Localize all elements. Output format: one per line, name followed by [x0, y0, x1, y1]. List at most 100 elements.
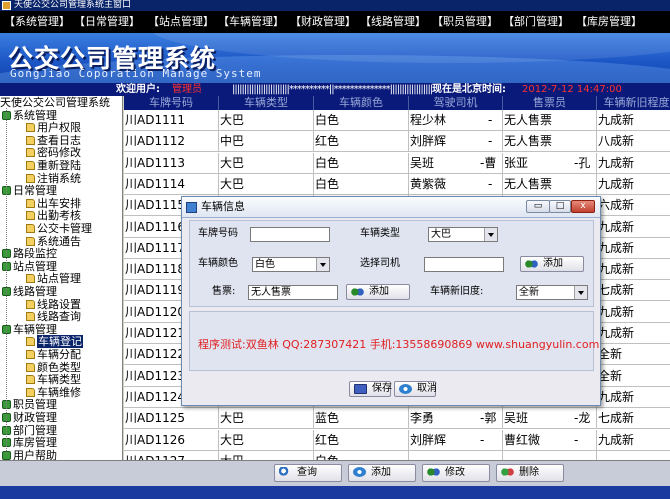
column-header[interactable]: 驾驶司机: [409, 96, 503, 110]
tree-item-5-3[interactable]: 车辆类型: [26, 373, 81, 386]
tree-group-6[interactable]: 职员管理: [2, 398, 57, 411]
table-cell-text: -: [574, 432, 579, 447]
menu-daily[interactable]: 【日常管理】: [74, 14, 140, 30]
driver-input[interactable]: [424, 257, 504, 272]
close-button[interactable]: x: [571, 200, 595, 213]
tree-item-1-1[interactable]: 出勤考核: [26, 209, 81, 222]
query-button[interactable]: 查询: [274, 464, 342, 482]
table-cell-text: 九成新: [598, 240, 635, 255]
tree-item-0-4[interactable]: 注销系统: [26, 172, 81, 185]
add-button[interactable]: 添加: [348, 464, 416, 482]
delete-icon: [501, 467, 514, 477]
tree-group-8[interactable]: 部门管理: [2, 424, 57, 437]
app-window: 天使公交公司管理系统主窗口 【系统管理】 【日常管理】 【站点管理】 【车辆管理…: [0, 0, 670, 499]
type-select[interactable]: 大巴: [428, 227, 498, 242]
table-cell-text: 李勇: [410, 411, 435, 426]
tree-item-5-4[interactable]: 车辆维修: [26, 386, 81, 399]
tree-root[interactable]: 天使公交公司管理系统: [0, 96, 110, 109]
color-select[interactable]: 白色: [252, 257, 330, 272]
tree-item-5-0[interactable]: 车辆登记: [26, 335, 83, 349]
tree-node-label: 线路设置: [37, 297, 81, 311]
tree-node-label: 用户权限: [37, 121, 81, 135]
delete-button[interactable]: 删除: [496, 464, 564, 482]
menu-finance[interactable]: 【财政管理】: [290, 14, 356, 30]
vehicle-info-dialog: 车辆信息 ▭ □ x 车牌号码 车辆类型 大巴 车辆颜色 白色 选择司机 添加: [181, 196, 601, 406]
seller-input[interactable]: 无人售票: [248, 285, 338, 300]
table-cell-text: 无人售票: [504, 176, 553, 191]
tree-item-1-0[interactable]: 出车安排: [26, 197, 81, 210]
condition-select[interactable]: 全新: [516, 285, 588, 300]
add-seller-label: 添加: [369, 286, 389, 297]
tree-group-0[interactable]: 系统管理: [2, 109, 57, 122]
tree-group-1[interactable]: 日常管理: [2, 184, 57, 197]
tree-item-1-3[interactable]: 系统通告: [26, 235, 81, 248]
column-header[interactable]: 车辆新旧程度: [597, 96, 670, 110]
tree-group-3[interactable]: 站点管理: [2, 260, 57, 273]
page-icon: [26, 198, 35, 208]
table-cell[interactable]: [503, 450, 597, 460]
column-header[interactable]: 车牌号码: [124, 96, 219, 110]
tree-item-5-2[interactable]: 颜色类型: [26, 361, 81, 374]
tree-item-0-3[interactable]: 重新登陆: [26, 159, 81, 172]
plate-input[interactable]: [250, 227, 330, 242]
table-cell[interactable]: [409, 450, 503, 460]
tree-group-7[interactable]: 财政管理: [2, 411, 57, 424]
table-cell-text: 九成新: [598, 262, 635, 277]
tree-node-label: 部门管理: [13, 423, 57, 437]
add-seller-button[interactable]: 添加: [346, 284, 410, 300]
menu-vehicle[interactable]: 【车辆管理】: [218, 14, 284, 30]
menu-route[interactable]: 【线路管理】: [360, 14, 426, 30]
table-cell-text: 川AD1116: [125, 219, 185, 234]
table-cell[interactable]: [597, 451, 670, 460]
tree-group-5[interactable]: 车辆管理: [2, 323, 57, 336]
menu-system[interactable]: 【系统管理】: [4, 14, 70, 30]
time-value: 2012-7-12 14:47:00: [522, 84, 622, 95]
tree-item-0-2[interactable]: 密码修改: [26, 146, 81, 159]
tree-node-label: 重新登陆: [37, 159, 81, 172]
tree-node-label: 站点管理: [13, 259, 57, 273]
tree-node-label: 颜色类型: [37, 360, 81, 374]
menu-station[interactable]: 【站点管理】: [148, 14, 214, 30]
tree-group-2[interactable]: 路段监控: [2, 247, 57, 260]
tree-node-label: 公交卡管理: [37, 222, 92, 235]
tree-item-0-0[interactable]: 用户权限: [26, 121, 81, 134]
column-header[interactable]: 车辆颜色: [314, 96, 409, 110]
tree-item-5-1[interactable]: 车辆分配: [26, 348, 81, 361]
table-cell-text: 川AD1121: [125, 326, 185, 340]
menu-department[interactable]: 【部门管理】: [503, 14, 569, 30]
tree-item-3-0[interactable]: 站点管理: [26, 272, 81, 285]
window-title: 天使公交公司管理系统主窗口: [14, 0, 132, 10]
maximize-button[interactable]: □: [549, 200, 571, 213]
menu-staff[interactable]: 【职员管理】: [432, 14, 498, 30]
color-label: 车辆颜色: [198, 258, 238, 269]
minimize-button[interactable]: ▭: [526, 200, 550, 213]
tree-node-label: 车辆分配: [37, 348, 81, 361]
table-cell-text: 白色: [315, 176, 340, 191]
menu-warehouse[interactable]: 【库房管理】: [576, 14, 642, 30]
bottom-toolbar: 查询 添加 修改 删除: [0, 460, 670, 486]
cancel-button[interactable]: 取消: [394, 381, 437, 397]
tree-item-4-1[interactable]: 线路查询: [26, 310, 81, 323]
query-label: 查询: [297, 467, 317, 478]
tree-item-1-2[interactable]: 公交卡管理: [26, 222, 92, 235]
table-cell-text: 大巴: [220, 411, 245, 426]
tree-group-4[interactable]: 线路管理: [2, 285, 57, 298]
tree-group-9[interactable]: 库房管理: [2, 436, 57, 449]
edit-button[interactable]: 修改: [422, 464, 490, 482]
add-driver-button[interactable]: 添加: [520, 256, 584, 272]
plate-label: 车牌号码: [198, 228, 238, 239]
tree-node-label: 系统通告: [37, 234, 81, 248]
edit-icon: [427, 467, 440, 477]
tree-item-0-1[interactable]: 查看日志: [26, 134, 81, 147]
table-cell-text: 曹红微: [504, 432, 541, 447]
nav-tree: 天使公交公司管理系统 系统管理 用户权限 查看日志 密码修改 重新登陆 注销系统 日常管理 出车…: [0, 96, 123, 486]
column-header[interactable]: 车辆类型: [219, 96, 314, 110]
table-cell-text: 大巴: [220, 432, 245, 447]
table-cell-text: 八成新: [598, 134, 635, 149]
save-button[interactable]: 保存: [349, 381, 392, 397]
type-select-value: 大巴: [431, 229, 451, 240]
column-header[interactable]: 售票员: [503, 96, 597, 110]
table-cell-text: 吴班: [410, 155, 435, 170]
add-label: 添加: [371, 467, 391, 478]
tree-item-4-0[interactable]: 线路设置: [26, 298, 81, 311]
